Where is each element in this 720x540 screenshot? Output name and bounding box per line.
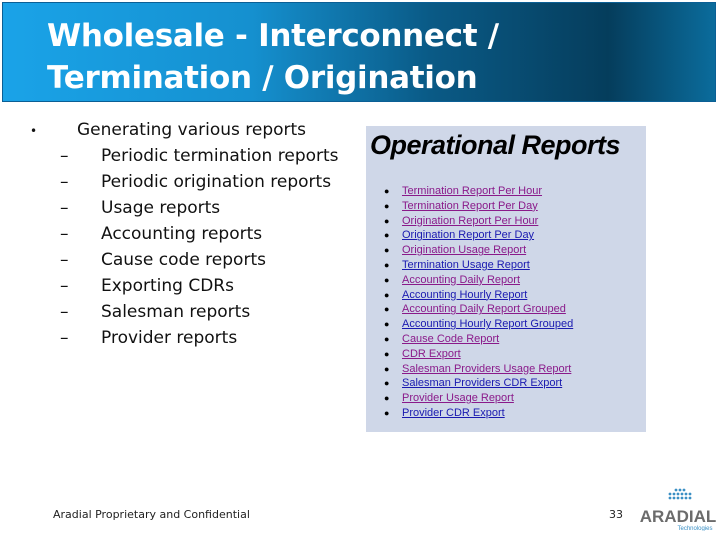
report-link[interactable]: Salesman Providers CDR Export <box>402 376 562 390</box>
report-link[interactable]: Provider Usage Report <box>402 391 514 405</box>
sub-bullet: Usage reports <box>101 198 221 218</box>
dash-icon: – <box>60 172 69 192</box>
bullet-icon: ● <box>384 230 390 241</box>
footer-text: Aradial Proprietary and Confidential <box>53 508 250 521</box>
bullet-icon: ● <box>384 289 390 300</box>
report-link[interactable]: Provider CDR Export <box>402 406 505 420</box>
report-link[interactable]: Accounting Hourly Report <box>402 288 527 302</box>
sub-bullet: Periodic origination reports <box>101 172 332 192</box>
bullet-main: Generating various reports <box>77 120 307 140</box>
sub-bullet: Salesman reports <box>101 302 251 322</box>
bullet-icon: ● <box>384 348 390 359</box>
report-link[interactable]: Accounting Daily Report Grouped <box>402 302 566 316</box>
report-link[interactable]: Termination Usage Report <box>402 258 530 272</box>
bullet-icon: ● <box>384 407 390 418</box>
bullet-icon: ● <box>384 393 390 404</box>
page-number: 33 <box>609 508 623 521</box>
svg-text:ARADIAL: ARADIAL <box>640 507 716 526</box>
bullet-icon: ● <box>384 363 390 374</box>
title-line-1: Wholesale - Interconnect / <box>47 18 499 54</box>
dash-icon: – <box>60 146 69 166</box>
dash-icon: – <box>60 250 69 270</box>
dash-icon: – <box>60 198 69 218</box>
dash-icon: – <box>60 276 69 296</box>
bullet-icon: ● <box>384 215 390 226</box>
bullet-icon: ● <box>384 259 390 270</box>
slide-title: Wholesale - Interconnect / Termination /… <box>47 15 499 99</box>
report-link[interactable]: Cause Code Report <box>402 332 499 346</box>
report-link[interactable]: CDR Export <box>402 347 461 361</box>
report-link[interactable]: Termination Report Per Day <box>402 199 538 213</box>
operational-reports-screenshot: Operational Reports ● Termination Report … <box>366 126 646 432</box>
report-link[interactable]: Origination Report Per Hour <box>402 214 538 228</box>
bullet-icon: ● <box>384 274 390 285</box>
report-link[interactable]: Origination Report Per Day <box>402 228 534 242</box>
bullet-icon: ● <box>384 186 390 196</box>
sub-bullet: Periodic termination reports <box>101 146 339 166</box>
aradial-logo: ARADIAL Technologies <box>640 488 716 531</box>
svg-text:Technologies: Technologies <box>677 526 712 531</box>
sub-bullet: Accounting reports <box>101 224 263 244</box>
dash-icon: – <box>60 328 69 348</box>
sub-bullet: Cause code reports <box>101 250 266 270</box>
bullet-icon: ● <box>384 378 390 389</box>
dash-icon: – <box>60 224 69 244</box>
dash-icon: – <box>60 302 69 322</box>
bullet-icon: ● <box>384 333 390 344</box>
report-link[interactable]: Salesman Providers Usage Report <box>402 362 571 376</box>
bullet-icon: ● <box>384 245 390 256</box>
bullet-icon: ● <box>384 304 390 315</box>
report-link[interactable]: Termination Report Per Hour <box>402 184 542 198</box>
sub-bullet: Exporting CDRs <box>101 276 234 296</box>
report-link[interactable]: Accounting Hourly Report Grouped <box>402 317 573 331</box>
reports-title: Operational Reports <box>370 130 621 160</box>
report-link[interactable]: Origination Usage Report <box>402 243 526 257</box>
bullet-icon: • <box>30 124 38 138</box>
sub-bullet: Provider reports <box>101 328 238 348</box>
title-line-2: Termination / Origination <box>47 60 478 96</box>
title-banner: Wholesale - Interconnect / Termination /… <box>2 2 716 102</box>
report-link[interactable]: Accounting Daily Report <box>402 273 520 287</box>
bullet-icon: ● <box>384 200 390 211</box>
bullet-icon: ● <box>384 319 390 330</box>
